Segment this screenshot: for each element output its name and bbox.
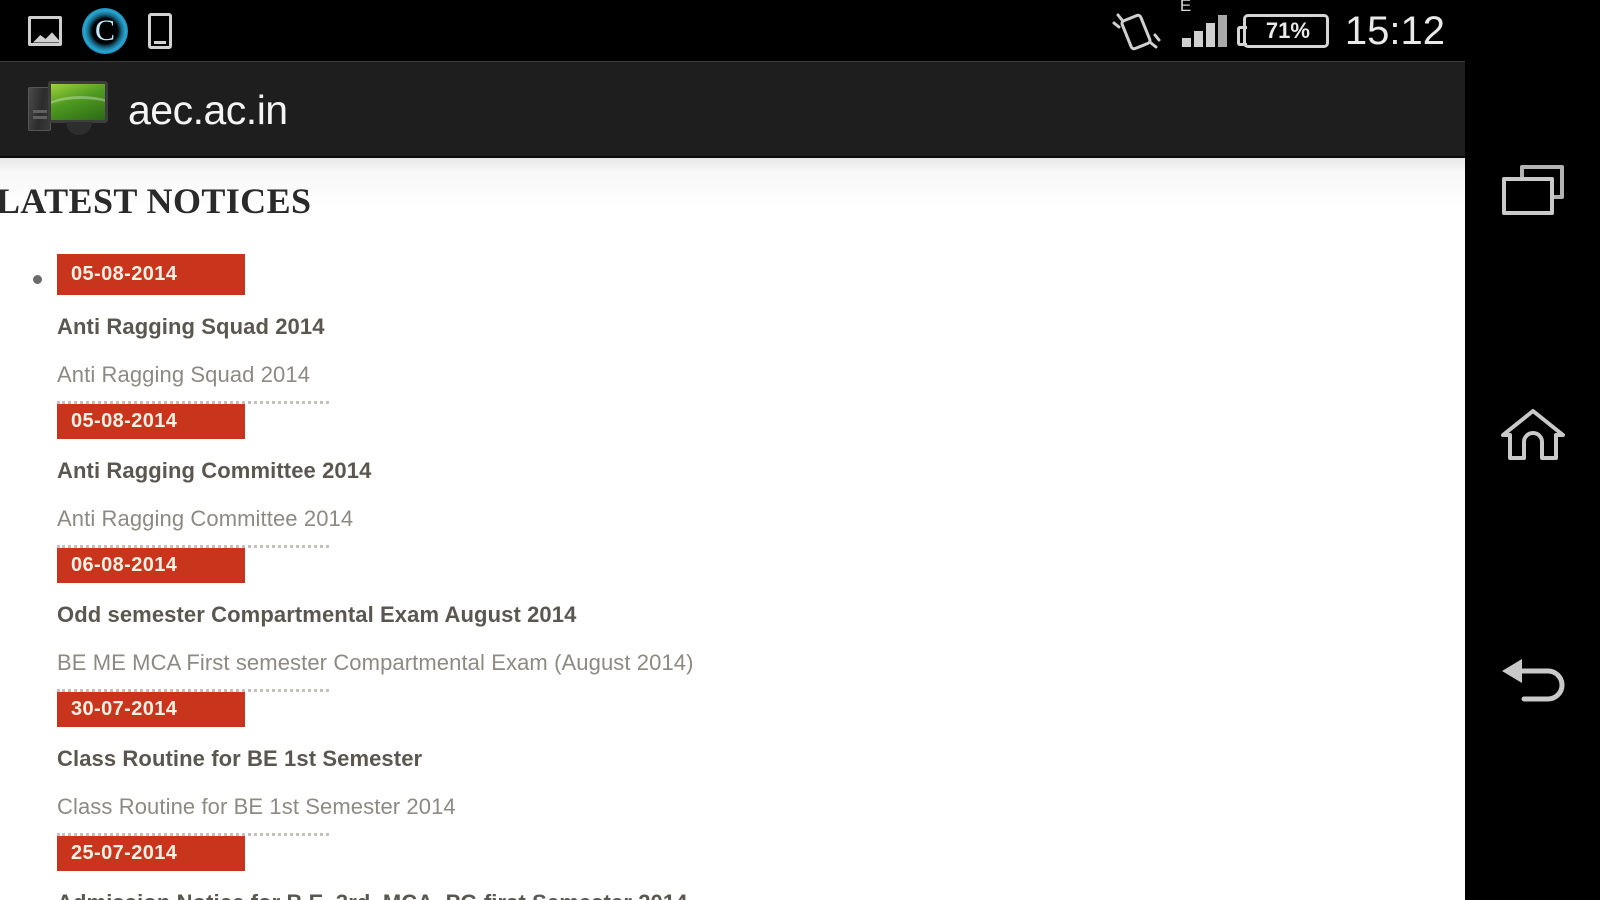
recent-apps-icon — [1501, 165, 1564, 215]
notice-title[interactable]: Anti Ragging Committee 2014 — [57, 458, 1465, 484]
network-type-label: E — [1179, 0, 1192, 15]
status-badge: 30-07-2014 — [57, 692, 245, 727]
notice-description: Anti Ragging Squad 2014 — [57, 362, 311, 387]
home-icon — [1498, 406, 1568, 464]
desktop-computer-icon — [26, 79, 112, 141]
recent-apps-button[interactable] — [1465, 115, 1600, 265]
back-button[interactable] — [1465, 605, 1600, 755]
notice-list: 05-08-2014 Anti Ragging Squad 2014 Anti … — [0, 254, 1465, 900]
status-badge: 25-07-2014 — [57, 836, 245, 871]
notice-title[interactable]: Admission Notice for B.E. 3rd, MCA, PG f… — [57, 890, 1465, 900]
list-item[interactable]: 05-08-2014 Anti Ragging Squad 2014 Anti … — [0, 254, 1465, 404]
back-icon — [1496, 653, 1570, 707]
status-bar: C E 71% 15:12 — [0, 0, 1465, 61]
notice-title[interactable]: Class Routine for BE 1st Semester — [57, 746, 1465, 772]
status-bar-notification-icons: C — [14, 7, 172, 54]
page-content[interactable]: LATEST NOTICES 05-08-2014 Anti Ragging S… — [0, 158, 1465, 900]
site-title: aec.ac.in — [128, 86, 288, 133]
notice-description: Anti Ragging Committee 2014 — [57, 506, 354, 531]
status-bar-system-icons: E 71% 15:12 — [1112, 0, 1451, 53]
phone-icon — [148, 12, 172, 49]
status-badge: 05-08-2014 — [57, 254, 245, 295]
rotation-lock-icon — [1112, 9, 1166, 53]
notice-title[interactable]: Anti Ragging Squad 2014 — [57, 314, 1465, 340]
android-screen: C E 71% 15:12 aec.ac.in LATEST NOTICES 0… — [0, 0, 1600, 900]
phone-viewport: C E 71% 15:12 aec.ac.in LATEST NOTICES 0… — [0, 0, 1465, 900]
list-item[interactable]: 05-08-2014 Anti Ragging Committee 2014 A… — [0, 404, 1465, 548]
clean-master-icon: C — [82, 7, 128, 54]
list-item[interactable]: 25-07-2014 Admission Notice for B.E. 3rd… — [0, 836, 1465, 900]
notice-title[interactable]: Odd semester Compartmental Exam August 2… — [57, 602, 1465, 628]
notice-description: Class Routine for BE 1st Semester 2014 — [57, 794, 456, 819]
battery-icon: 71% — [1236, 13, 1329, 48]
android-navigation-bar — [1465, 0, 1600, 900]
signal-strength-icon: E — [1180, 0, 1227, 47]
list-item[interactable]: 30-07-2014 Class Routine for BE 1st Seme… — [0, 692, 1465, 836]
battery-percent-label: 71% — [1265, 17, 1310, 43]
gallery-icon — [28, 15, 62, 46]
page-title: LATEST NOTICES — [0, 181, 312, 221]
status-badge: 06-08-2014 — [57, 548, 245, 583]
app-header: aec.ac.in — [0, 61, 1465, 158]
status-bar-clock: 15:12 — [1344, 8, 1445, 53]
bullet-icon — [33, 275, 42, 284]
status-badge: 05-08-2014 — [57, 404, 245, 439]
home-button[interactable] — [1465, 360, 1600, 510]
notice-description: BE ME MCA First semester Compartmental E… — [57, 650, 694, 675]
list-item[interactable]: 06-08-2014 Odd semester Compartmental Ex… — [0, 548, 1465, 692]
